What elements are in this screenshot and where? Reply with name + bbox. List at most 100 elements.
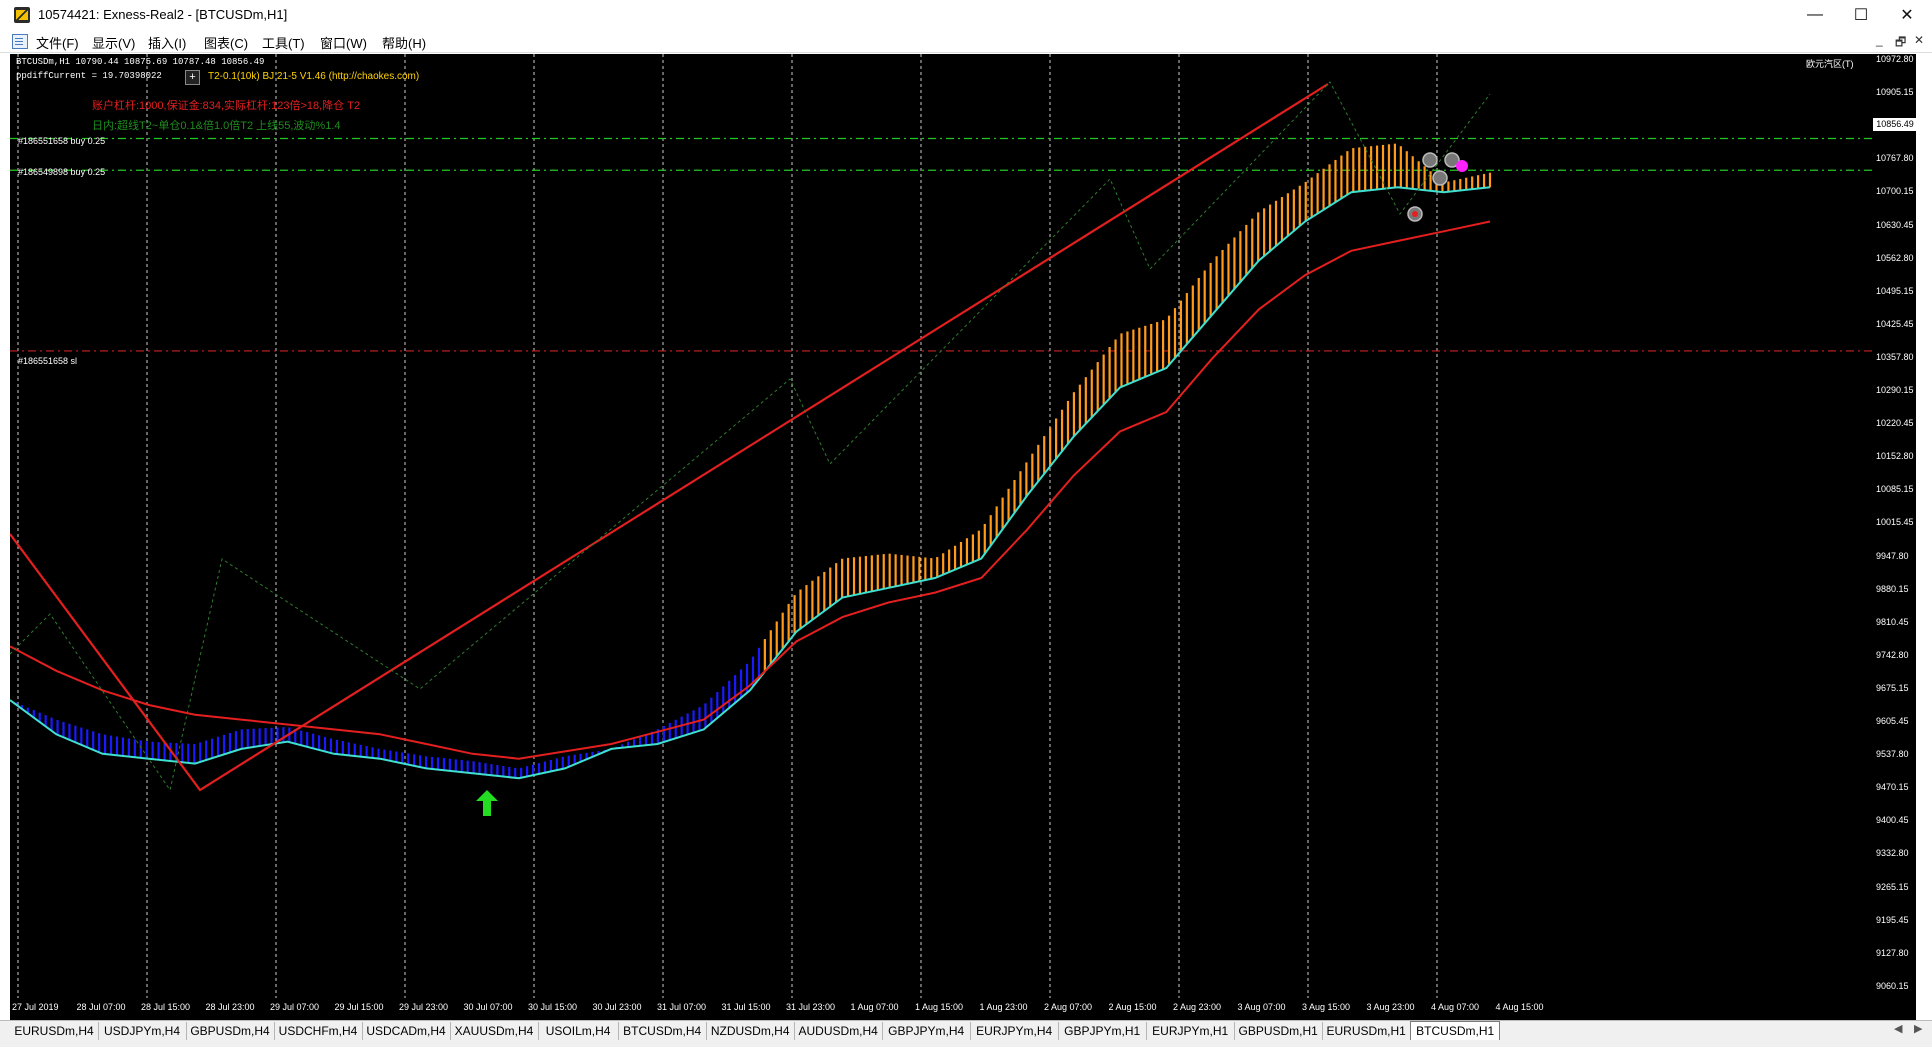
ohlc-readout: BTCUSDm,H1 10790.44 10875.69 10787.48 10…	[16, 57, 265, 67]
window-title: 10574421: Exness-Real2 - [BTCUSDm,H1]	[38, 7, 288, 22]
time-tick-label: 4 Aug 15:00	[1495, 1002, 1544, 1012]
close-button[interactable]: ✕	[1884, 0, 1930, 30]
tab-scroll-right-icon[interactable]: ▶	[1914, 1022, 1922, 1035]
chart-tab[interactable]: EURJPYm,H1	[1146, 1022, 1236, 1040]
time-tick-label: 29 Jul 15:00	[334, 1002, 384, 1012]
time-tick-label: 31 Jul 07:00	[657, 1002, 707, 1012]
trade-marker-icon	[1432, 170, 1448, 186]
time-tick-label: 2 Aug 07:00	[1044, 1002, 1093, 1012]
menu-insert[interactable]: 插入(I)	[148, 33, 186, 52]
price-tick-label: 10630.45	[1876, 219, 1914, 230]
price-tick-label: 10972.80	[1876, 54, 1914, 64]
chart-canvas[interactable]	[10, 54, 1916, 1020]
current-price-marker: 10856.49	[1873, 118, 1917, 131]
chart-tab[interactable]: USDJPYm,H4	[98, 1022, 187, 1040]
time-tick-label: 4 Aug 07:00	[1431, 1002, 1480, 1012]
chart-tab[interactable]: EURUSDm,H1	[1322, 1022, 1412, 1040]
expert-advisor-label: T2-0.1(10k) BJ 21-5 V1.46 (http://chaoke…	[208, 71, 420, 82]
chart-tab[interactable]: USDCADm,H4	[362, 1022, 451, 1040]
chart-window-icon[interactable]	[12, 34, 28, 49]
chart-tab[interactable]: GBPJPYm,H1	[1058, 1022, 1148, 1040]
time-tick-label: 2 Aug 23:00	[1173, 1002, 1222, 1012]
mdi-close-button[interactable]: ✕	[1914, 33, 1924, 47]
mdi-restore-button[interactable]: 🗗	[1895, 33, 1906, 54]
menu-window[interactable]: 窗口(W)	[320, 33, 367, 52]
trade-marker-icon	[1422, 152, 1438, 168]
menu-tools[interactable]: 工具(T)	[262, 33, 305, 52]
price-tick-label: 9060.15	[1876, 980, 1909, 991]
chart-tab[interactable]: USDCHFm,H4	[274, 1022, 363, 1040]
price-chart[interactable]	[10, 54, 1916, 1020]
order-label-buy-2[interactable]: #186549898 buy 0.25	[18, 167, 105, 177]
current-trade-marker-icon	[1456, 160, 1468, 172]
price-tick-label: 10015.45	[1876, 517, 1914, 528]
time-tick-label: 2 Aug 15:00	[1108, 1002, 1157, 1012]
chart-tab[interactable]: GBPUSDm,H4	[186, 1022, 275, 1040]
menu-view[interactable]: 显示(V)	[92, 33, 135, 52]
time-tick-label: 31 Jul 15:00	[721, 1002, 771, 1012]
timezone-label: 欧元汽区(T)	[1806, 59, 1854, 69]
time-tick-label: 29 Jul 23:00	[399, 1002, 449, 1012]
chart-tab[interactable]: BTCUSDm,H1	[1410, 1021, 1501, 1042]
time-tick-label: 31 Jul 23:00	[786, 1002, 836, 1012]
price-tick-label: 10290.15	[1876, 385, 1914, 395]
ma-red-line	[10, 220, 1491, 760]
time-tick-label: 28 Jul 07:00	[76, 1002, 126, 1012]
price-tick-label: 10562.80	[1876, 252, 1914, 263]
order-label-buy-1[interactable]: #186551658 buy 0.25	[18, 136, 105, 146]
chart-tab[interactable]: EURUSDm,H4	[10, 1022, 99, 1040]
time-tick-label: 30 Jul 07:00	[463, 1002, 513, 1012]
chart-tab[interactable]: GBPUSDm,H1	[1234, 1022, 1324, 1040]
price-tick-label: 10357.80	[1876, 351, 1914, 362]
price-axis[interactable]: 10972.8010905.1510835.4510767.8010700.15…	[1872, 54, 1916, 1020]
price-tick-label: 9880.15	[1876, 583, 1909, 594]
price-tick-label: 9947.80	[1876, 550, 1909, 561]
chart-tab[interactable]: BTCUSDm,H4	[618, 1022, 708, 1040]
stop-marker-icon	[1412, 211, 1418, 217]
menu-file[interactable]: 文件(F)	[36, 33, 79, 52]
time-tick-label: 28 Jul 23:00	[205, 1002, 255, 1012]
time-tick-label: 30 Jul 23:00	[592, 1002, 642, 1012]
ma-cyan-line	[10, 186, 1491, 780]
tab-scroll-left-icon[interactable]: ◀	[1894, 1022, 1902, 1035]
time-tick-label: 3 Aug 23:00	[1366, 1002, 1415, 1012]
price-tick-label: 9470.15	[1876, 782, 1909, 793]
maximize-button[interactable]: ☐	[1838, 0, 1884, 30]
time-tick-label: 28 Jul 15:00	[141, 1002, 191, 1012]
price-tick-label: 10700.15	[1876, 186, 1914, 197]
price-tick-label: 9537.80	[1876, 749, 1909, 760]
chart-tab[interactable]: NZDUSDm,H4	[706, 1022, 796, 1040]
trend-line	[10, 83, 1329, 792]
mdi-minimize-button[interactable]: _	[1876, 33, 1883, 47]
time-tick-label: 1 Aug 15:00	[915, 1002, 964, 1012]
app-logo-icon	[14, 7, 30, 23]
price-tick-label: 10220.45	[1876, 418, 1914, 429]
status-bar	[0, 1040, 1932, 1047]
ppdiff-readout: ppdiffCurrent = 19.70398022	[16, 71, 162, 81]
chart-tab[interactable]: GBPJPYm,H4	[882, 1022, 972, 1040]
time-tick-label: 1 Aug 07:00	[850, 1002, 899, 1012]
price-tick-label: 10905.15	[1876, 87, 1914, 98]
minimize-button[interactable]: —	[1792, 0, 1838, 30]
time-tick-label: 3 Aug 07:00	[1237, 1002, 1286, 1012]
menu-charts[interactable]: 图表(C)	[204, 33, 248, 52]
zigzag-line	[10, 81, 1491, 792]
price-tick-label: 10152.80	[1876, 451, 1914, 462]
price-tick-label: 10767.80	[1876, 153, 1914, 164]
time-tick-label: 3 Aug 15:00	[1302, 1002, 1351, 1012]
price-tick-label: 9127.80	[1876, 947, 1909, 958]
price-tick-label: 10425.45	[1876, 318, 1914, 329]
time-tick-label: 1 Aug 23:00	[979, 1002, 1028, 1012]
chart-tab[interactable]: XAUUSDm,H4	[450, 1022, 539, 1040]
chart-tab[interactable]: USOILm,H4	[538, 1022, 620, 1040]
menu-help[interactable]: 帮助(H)	[382, 33, 426, 52]
price-tick-label: 9400.45	[1876, 815, 1909, 826]
expand-indicator-button[interactable]: +	[185, 70, 200, 85]
chart-tab[interactable]: EURJPYm,H4	[970, 1022, 1060, 1040]
order-label-stoploss[interactable]: #186551658 sl	[18, 356, 77, 366]
time-tick-label: 29 Jul 07:00	[270, 1002, 320, 1012]
chart-tab-bar: EURUSDm,H4 USDJPYm,H4 GBPUSDm,H4 USDCHFm,H4…	[0, 1020, 1932, 1042]
time-tick-label: 30 Jul 15:00	[528, 1002, 578, 1012]
title-bar: 10574421: Exness-Real2 - [BTCUSDm,H1] — …	[0, 0, 1932, 30]
chart-tab[interactable]: AUDUSDm,H4	[794, 1022, 884, 1040]
